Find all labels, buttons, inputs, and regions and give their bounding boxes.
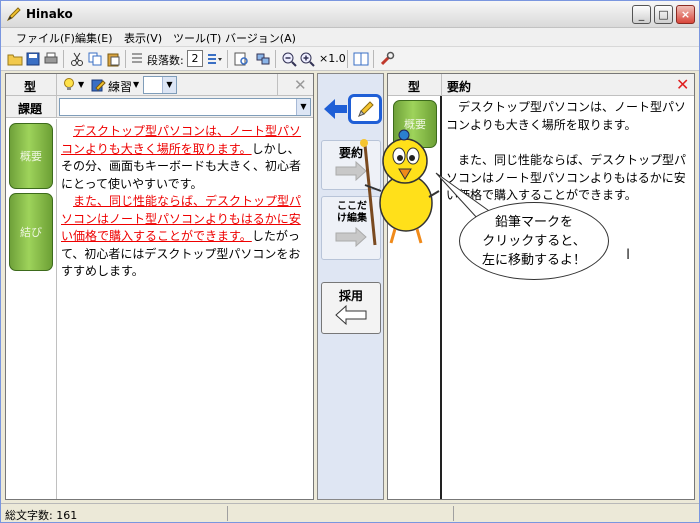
practice-dropdown-arrow[interactable]: ▼	[133, 80, 139, 89]
text-cursor-icon: I	[626, 247, 631, 263]
menu-file[interactable]: ファイル(F)	[16, 30, 75, 46]
maximize-button[interactable]: □	[654, 5, 673, 24]
menu-tools[interactable]: ツール(T)	[173, 30, 221, 46]
left-type-label: 型	[24, 80, 37, 94]
practice-mode-label[interactable]: 練習	[108, 78, 132, 95]
right-summary-label: 要約	[447, 80, 472, 94]
lightbulb-dropdown-arrow[interactable]: ▼	[78, 80, 84, 89]
balloon-line-3: 左に移動するよ！	[481, 253, 586, 268]
right-header-row: 型 要約 ✕	[388, 74, 694, 96]
pencil-app-icon	[6, 7, 21, 22]
practice-select[interactable]: ▼	[143, 76, 177, 94]
network-icon[interactable]	[255, 51, 271, 67]
practice-book-icon	[91, 79, 106, 92]
app-window: Hinako _ □ × ファイル(F) 編集(E) 表示(V) ツール(T) …	[0, 0, 700, 523]
menu-version[interactable]: バージョン(A)	[225, 30, 296, 46]
lightbulb-icon[interactable]	[61, 77, 77, 93]
paragraph-count-label: 段落数:	[147, 54, 184, 67]
task-row: 課題 ▼	[6, 96, 313, 118]
menu-bar: ファイル(F) 編集(E) 表示(V) ツール(T) バージョン(A)	[1, 28, 699, 47]
preview-icon[interactable]	[233, 51, 249, 67]
toolbar: 段落数: 2 ×1.0	[1, 47, 699, 71]
save-icon[interactable]	[25, 51, 41, 67]
left-header-row: 型 ▼ 練習 ▼ ▼ ✕	[6, 74, 313, 96]
window-title: Hinako	[26, 7, 73, 21]
right-paragraph-1: デスクトップ型パソコンは、ノート型パソコンよりも大きく場所を取ります。	[446, 100, 687, 132]
split-view-icon[interactable]	[353, 51, 369, 67]
zoom-in-icon[interactable]	[299, 51, 315, 67]
left-paragraph-1: デスクトップ型パソコンは、ノート型パソコンよりも大きく場所を取ります。しかし、そ…	[61, 124, 302, 191]
right-type-label: 型	[408, 80, 421, 94]
left-panel: 型 ▼ 練習 ▼ ▼ ✕ 課題 ▼ 概要 結び デスクトップ型パソコンは、ノート…	[5, 73, 314, 500]
balloon-line-1: 鉛筆マークを	[494, 215, 573, 230]
task-select[interactable]: ▼	[59, 98, 311, 116]
list-dropdown-icon[interactable]	[206, 51, 222, 67]
print-icon[interactable]	[43, 51, 59, 67]
status-bar: 総文字数: 161	[1, 503, 699, 522]
copy-icon[interactable]	[87, 51, 103, 67]
speech-balloon: 鉛筆マークを クリックすると、 左に移動するよ！	[459, 202, 609, 280]
left-paragraph-2: また、同じ性能ならば、デスクトップ型パソコンはノート型パソコンよりもはるかに安い…	[61, 194, 302, 278]
tab-conclusion[interactable]: 結び	[9, 193, 53, 271]
adopt-button[interactable]: 採用	[321, 282, 381, 334]
paste-icon[interactable]	[105, 51, 121, 67]
arrow-left-icon	[335, 304, 367, 326]
close-button[interactable]: ×	[676, 5, 695, 24]
paragraph-count-input[interactable]: 2	[187, 50, 203, 67]
mascot-bird-icon	[360, 129, 440, 246]
paragraph-icon	[132, 53, 142, 63]
tab-overview[interactable]: 概要	[9, 123, 53, 189]
task-label: 課題	[18, 102, 43, 116]
blue-arrow-icon	[324, 99, 347, 119]
zoom-level: ×1.0	[319, 52, 346, 65]
balloon-line-2: クリックすると、	[482, 234, 586, 249]
pencil-icon	[358, 101, 374, 117]
tools-icon[interactable]	[379, 51, 395, 67]
left-tab-column: 概要 結び	[6, 119, 57, 499]
char-count: 総文字数: 161	[5, 509, 78, 522]
menu-edit[interactable]: 編集(E)	[75, 30, 113, 46]
right-close-icon[interactable]: ✕	[676, 75, 689, 94]
cut-icon[interactable]	[69, 51, 85, 67]
left-text-area[interactable]: デスクトップ型パソコンは、ノート型パソコンよりも大きく場所を取ります。しかし、そ…	[61, 123, 310, 281]
zoom-out-icon[interactable]	[281, 51, 297, 67]
open-folder-icon[interactable]	[7, 51, 23, 67]
minimize-button[interactable]: _	[632, 5, 651, 24]
title-bar: Hinako _ □ ×	[1, 1, 699, 28]
left-close-icon[interactable]: ✕	[294, 76, 307, 94]
menu-view[interactable]: 表示(V)	[124, 30, 162, 46]
